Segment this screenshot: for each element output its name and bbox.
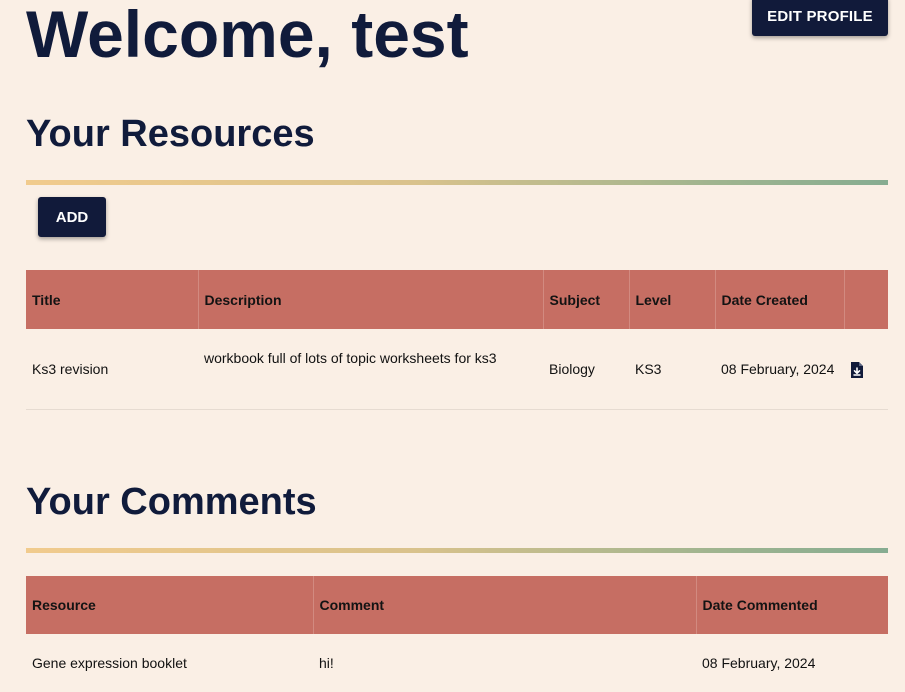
resources-section-title: Your Resources xyxy=(26,113,315,155)
download-file-icon[interactable] xyxy=(850,362,864,379)
resource-level-cell: KS3 xyxy=(635,360,662,377)
column-header-comment: Comment xyxy=(313,576,697,634)
comment-date-cell: 08 February, 2024 xyxy=(702,655,816,671)
table-row: Gene expression booklet hi! 08 February,… xyxy=(26,634,888,692)
column-header-description: Description xyxy=(198,270,544,329)
resources-table: Title Description Subject Level Date Cre… xyxy=(26,270,888,410)
column-header-title: Title xyxy=(26,270,199,329)
resource-description-cell: workbook full of lots of topic worksheet… xyxy=(204,350,497,366)
column-header-resource: Resource xyxy=(26,576,314,634)
column-header-actions xyxy=(844,270,888,329)
resource-subject-cell: Biology xyxy=(549,360,595,377)
comment-text-cell: hi! xyxy=(319,655,334,671)
welcome-heading: Welcome, test xyxy=(26,0,469,71)
table-row: Ks3 revision workbook full of lots of to… xyxy=(26,329,888,409)
column-header-subject: Subject xyxy=(543,270,630,329)
comments-table: Resource Comment Date Commented Gene exp… xyxy=(26,576,888,692)
column-header-date-created: Date Created xyxy=(715,270,845,329)
resource-title-cell: Ks3 revision xyxy=(32,360,109,377)
resources-table-header: Title Description Subject Level Date Cre… xyxy=(26,270,888,329)
resource-action-cell xyxy=(844,329,888,409)
add-resource-button[interactable]: ADD xyxy=(38,197,106,237)
comments-section-title: Your Comments xyxy=(26,481,317,523)
edit-profile-button[interactable]: EDIT PROFILE xyxy=(752,0,888,36)
column-header-level: Level xyxy=(629,270,716,329)
comments-divider xyxy=(26,548,888,553)
comment-resource-cell: Gene expression booklet xyxy=(32,655,187,671)
resource-date-cell: 08 February, 2024 xyxy=(721,360,835,377)
column-header-date-commented: Date Commented xyxy=(696,576,888,634)
resources-divider xyxy=(26,180,888,185)
comments-table-header: Resource Comment Date Commented xyxy=(26,576,888,634)
